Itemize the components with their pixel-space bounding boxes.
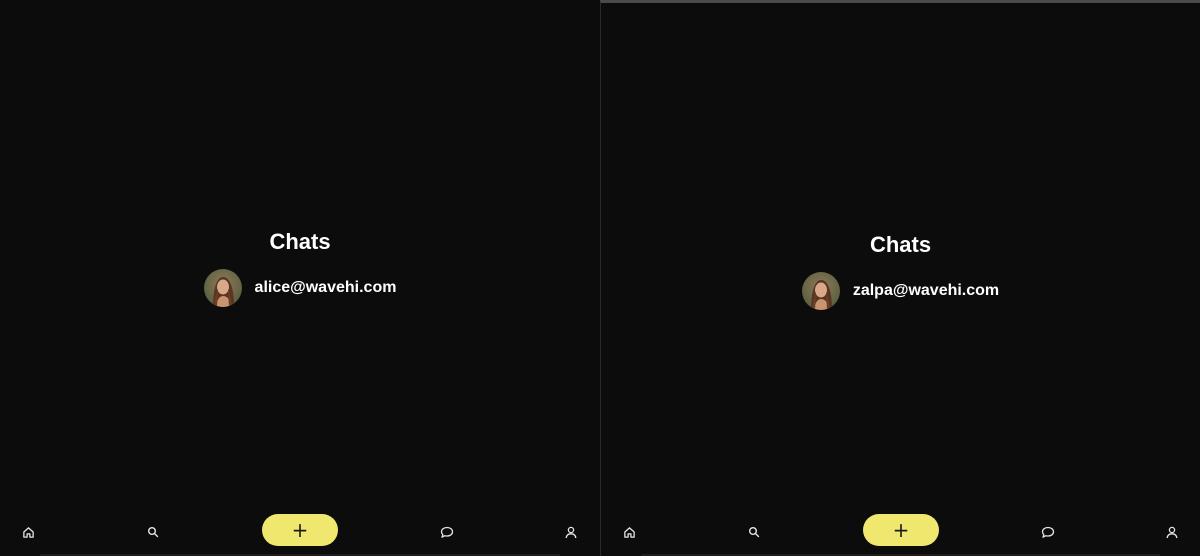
profile-icon[interactable] [1160,520,1184,544]
avatar [203,269,242,307]
add-button[interactable]: + [863,514,939,546]
bottom-nav: + [0,512,600,556]
bottom-nav: + [601,512,1200,556]
home-icon[interactable] [16,520,40,544]
chat-screen-right: Chats zalpa@wavehi.com + [600,0,1200,556]
chat-list-item[interactable]: zalpa@wavehi.com [801,272,1000,310]
search-icon[interactable] [742,520,766,544]
profile-icon[interactable] [559,520,583,544]
chat-contact-name: zalpa@wavehi.com [852,282,1000,299]
chats-section: Chats zalpa@wavehi.com [601,232,1200,310]
search-icon[interactable] [141,520,165,544]
chat-contact-name: alice@wavehi.com [254,279,397,296]
page-title: Chats [869,232,932,257]
chat-screen-left: Chats alice@wavehi.com + [0,0,600,556]
add-button[interactable]: + [262,514,338,546]
avatar [801,272,840,310]
page-title: Chats [269,229,331,254]
home-icon[interactable] [617,520,641,544]
chats-section: Chats alice@wavehi.com [0,229,600,307]
chat-icon[interactable] [435,520,459,544]
chat-icon[interactable] [1036,520,1060,544]
chat-list-item[interactable]: alice@wavehi.com [203,269,397,307]
